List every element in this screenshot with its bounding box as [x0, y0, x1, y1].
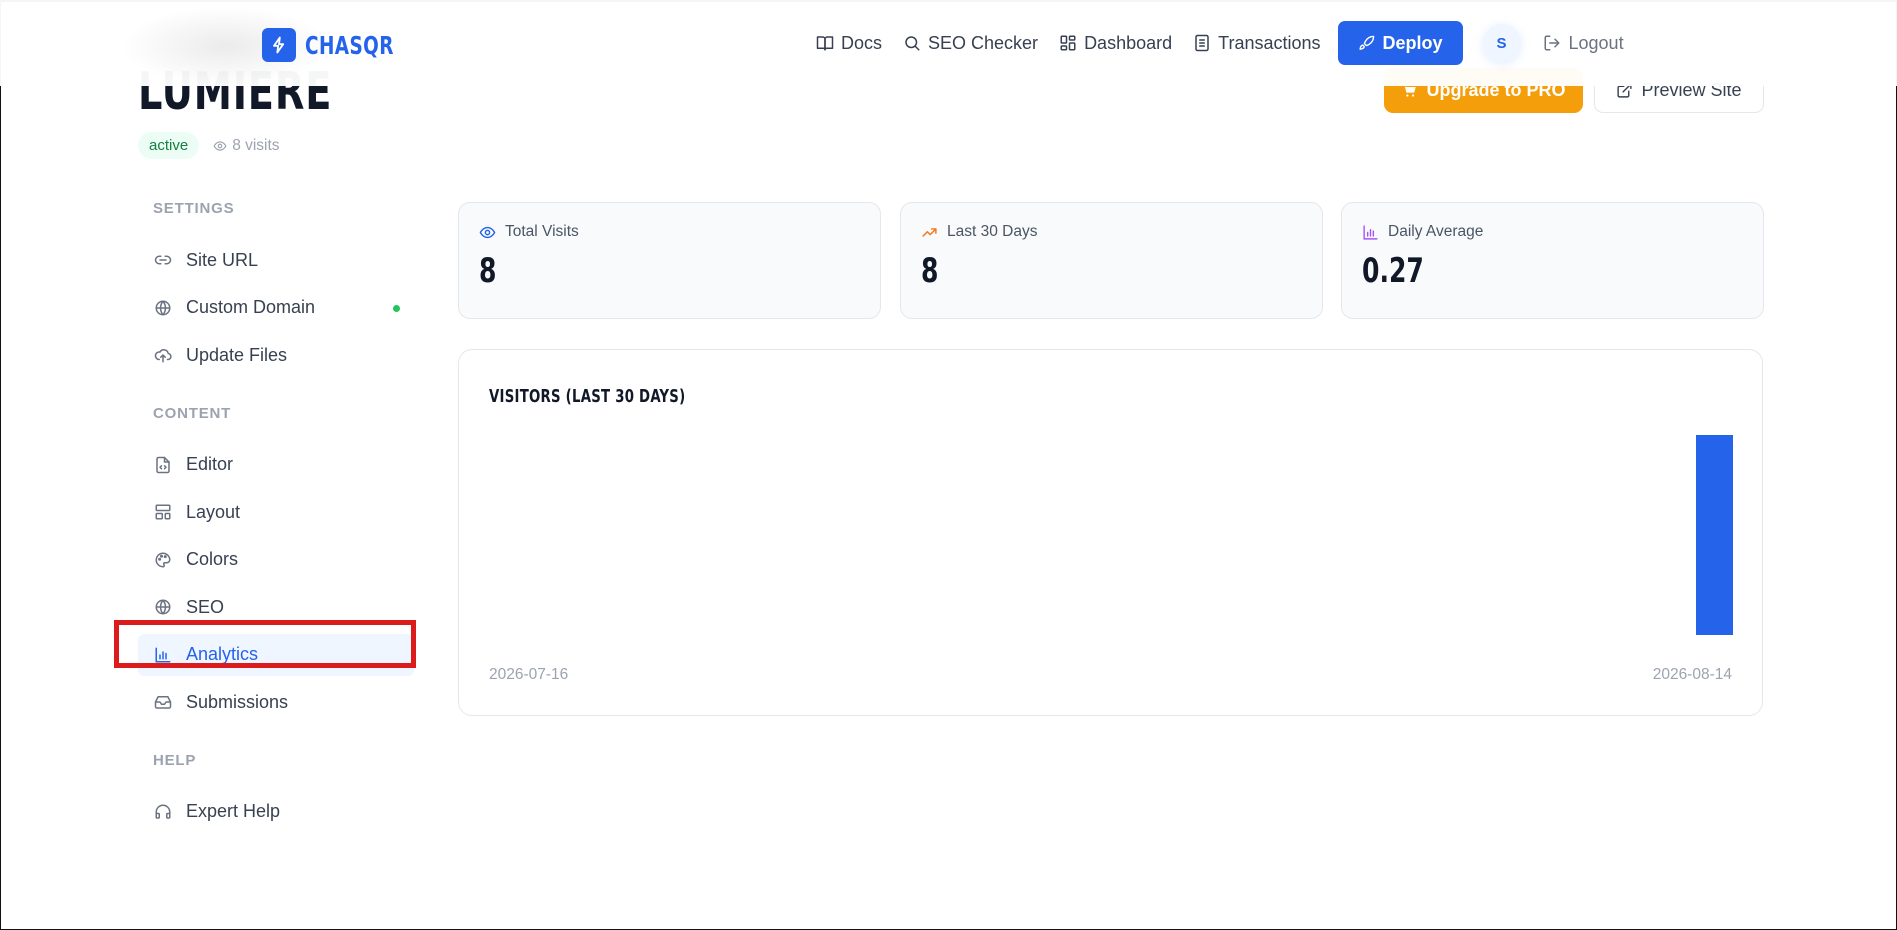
- rocket-icon: [1358, 35, 1374, 50]
- sidebar-item-submissions[interactable]: Submissions: [138, 681, 414, 723]
- eye-icon: [213, 140, 227, 151]
- stat-card-daily-average: Daily Average 0.27: [1341, 202, 1764, 319]
- deploy-button[interactable]: Deploy: [1337, 21, 1463, 65]
- deploy-label: Deploy: [1382, 32, 1443, 53]
- nav-seo-checker[interactable]: SEO Checker: [903, 33, 1038, 54]
- stat-label-text: Last 30 Days: [947, 223, 1038, 240]
- book-icon: [816, 36, 834, 51]
- top-nav: CHASQR Docs SEO Checker Dashboard Transa…: [0, 0, 1897, 86]
- sidebar-item-label: Editor: [186, 454, 234, 474]
- nav-transactions-label: Transactions: [1218, 32, 1321, 53]
- sidebar-section-help: HELP: [153, 751, 197, 769]
- sidebar-item-expert-help[interactable]: Expert Help: [138, 791, 414, 833]
- sidebar-item-layout[interactable]: Layout: [138, 491, 414, 533]
- nav-dashboard[interactable]: Dashboard: [1059, 33, 1172, 54]
- stat-value: 8: [479, 251, 497, 291]
- globe-icon: [155, 300, 171, 315]
- status-badge: active: [138, 132, 200, 159]
- sidebar-item-editor[interactable]: Editor: [138, 444, 414, 486]
- visit-count-label: 8 visits: [232, 136, 280, 154]
- sidebar-item-label: Site URL: [186, 249, 259, 270]
- link-icon: [154, 255, 172, 265]
- receipt-icon: [1195, 34, 1209, 52]
- inbox-icon: [154, 696, 172, 709]
- layout-icon: [155, 504, 171, 520]
- grid-icon: [1060, 35, 1076, 51]
- globe-icon: [155, 599, 171, 615]
- bar-chart-icon: [1363, 224, 1378, 240]
- sidebar-item-label: Update Files: [186, 344, 288, 365]
- sidebar-section-content: CONTENT: [153, 404, 232, 422]
- palette-icon: [155, 551, 171, 568]
- sidebar-section-settings: SETTINGS: [153, 200, 235, 217]
- sidebar-item-site-url[interactable]: Site URL: [138, 239, 414, 281]
- visit-count: 8 visits: [213, 136, 280, 155]
- stat-card-last-30-days: Last 30 Days 8: [900, 202, 1323, 319]
- stat-label: Last 30 Days: [921, 223, 1302, 241]
- brand-name: CHASQR: [305, 30, 394, 60]
- sidebar-item-label: Custom Domain: [186, 297, 316, 317]
- nav-seo-checker-label: SEO Checker: [928, 32, 1039, 53]
- logout-button[interactable]: Logout: [1543, 33, 1624, 54]
- trending-up-icon: [922, 227, 937, 237]
- sidebar-item-colors[interactable]: Colors: [138, 539, 414, 581]
- stat-label: Daily Average: [1362, 223, 1743, 241]
- brand-logo-link[interactable]: CHASQR: [262, 28, 413, 62]
- file-code-icon: [156, 456, 170, 473]
- stat-value: 8: [921, 251, 939, 291]
- nav-dashboard-label: Dashboard: [1084, 32, 1173, 53]
- logout-icon: [1544, 35, 1560, 51]
- bolt-icon: [262, 28, 296, 62]
- sidebar-item-analytics[interactable]: Analytics: [138, 633, 414, 676]
- sidebar-item-seo[interactable]: SEO: [138, 586, 414, 628]
- visitors-chart: [1696, 435, 1733, 635]
- logout-label: Logout: [1568, 32, 1624, 53]
- nav-transactions[interactable]: Transactions: [1193, 32, 1321, 54]
- sidebar: SETTINGS Site URL Custom Domain Update F…: [138, 200, 414, 838]
- search-icon: [905, 36, 920, 51]
- cloud-upload-icon: [154, 349, 172, 363]
- sidebar-item-custom-domain[interactable]: Custom Domain: [138, 287, 414, 329]
- stat-label: Total Visits: [479, 223, 860, 241]
- sidebar-item-label: Submissions: [186, 691, 289, 712]
- stat-card-total-visits: Total Visits 8: [458, 202, 881, 319]
- sidebar-item-label: Colors: [186, 549, 239, 569]
- visitors-chart-card: VISITORS (LAST 30 DAYS) 2026-07-16 2026-…: [458, 349, 1763, 716]
- sidebar-item-label: Layout: [186, 501, 241, 522]
- avatar[interactable]: S: [1482, 24, 1521, 62]
- sidebar-item-label: Expert Help: [186, 801, 281, 821]
- status-dot: [393, 304, 400, 312]
- eye-icon: [479, 226, 496, 238]
- nav-links: Docs SEO Checker Dashboard Transactions …: [816, 21, 1624, 65]
- chart-title: VISITORS (LAST 30 DAYS): [489, 386, 686, 407]
- nav-docs-label: Docs: [841, 32, 883, 53]
- sidebar-item-label: Analytics: [186, 644, 259, 664]
- stat-label-text: Total Visits: [505, 223, 579, 240]
- nav-docs[interactable]: Docs: [816, 33, 882, 54]
- stat-value: 0.27: [1362, 251, 1424, 291]
- stat-label-text: Daily Average: [1388, 223, 1484, 240]
- x-axis-end-label: 2026-08-14: [1652, 666, 1732, 683]
- site-status-row: active 8 visits: [138, 132, 280, 159]
- x-axis-start-label: 2026-07-16: [489, 666, 569, 683]
- chart-bar-2026-08-14: [1696, 435, 1733, 635]
- headset-icon: [155, 804, 171, 819]
- sidebar-item-update-files[interactable]: Update Files: [138, 334, 414, 376]
- bar-chart-icon: [155, 647, 171, 662]
- sidebar-item-label: SEO: [186, 596, 225, 617]
